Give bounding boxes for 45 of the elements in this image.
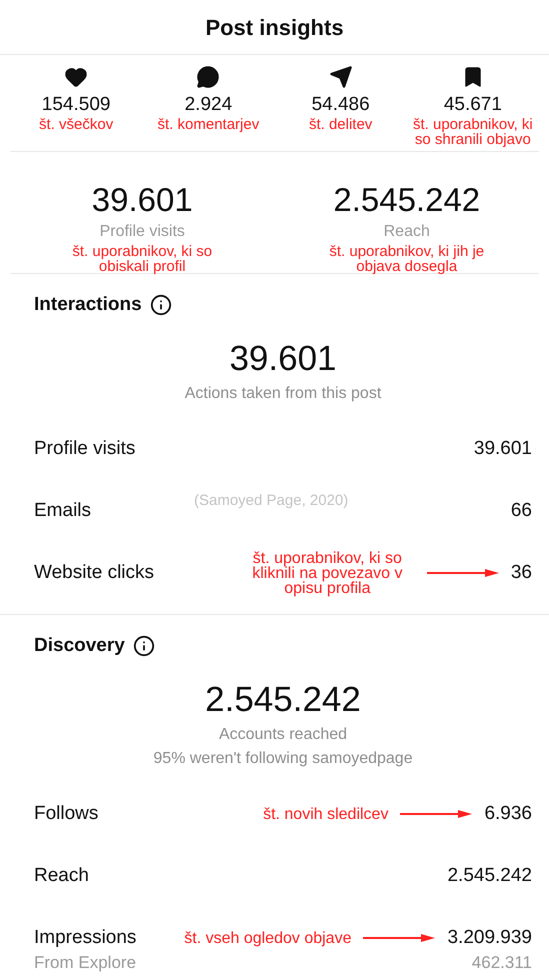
metric-label: Impressions	[34, 926, 136, 950]
citation: (Samoyed Page, 2020)	[194, 491, 348, 511]
info-icon[interactable]	[132, 635, 155, 657]
speech-bubble-icon	[196, 65, 220, 89]
metric-value: 6.936	[484, 802, 532, 826]
annotation: št. uporabnikov, ki so shranili objavo	[412, 117, 534, 147]
summary-value: 2.545.242	[333, 180, 480, 220]
metric-value: 3.209.939	[447, 926, 532, 950]
summary-label: Reach	[384, 222, 430, 242]
page-title: Post insights	[205, 14, 344, 42]
metric-value: 39.601	[474, 436, 532, 461]
section-title: Discovery	[34, 634, 125, 658]
metric-value: 36	[510, 560, 532, 585]
total-caption: Actions taken from this post	[184, 384, 382, 404]
annotation: št. novih sledilcev	[263, 806, 388, 822]
annotation: št. uporabnikov, ki jih je objava dosegla	[329, 244, 484, 274]
section-title: Interactions	[34, 292, 142, 317]
metric-label: From Explore	[34, 952, 136, 974]
total-value: 2.545.242	[205, 679, 361, 721]
metric-value: 66	[510, 498, 532, 523]
metric-value: 462.311	[472, 952, 532, 974]
total-subcaption: 95% weren't following samoyedpage	[153, 749, 413, 769]
stat-value: 154.509	[42, 93, 110, 117]
annotation: št. všečkov	[39, 117, 114, 132]
annotation: št. delitev	[308, 117, 372, 132]
metric-label: Website clicks	[34, 560, 154, 585]
summary-value: 39.601	[92, 180, 193, 220]
annotation: št. vseh ogledov objave	[184, 930, 352, 946]
annotation: št. komentarjev	[158, 117, 260, 132]
stat-value: 54.486	[312, 93, 370, 117]
metric-label: Emails	[34, 498, 92, 523]
metric-label: Follows	[34, 802, 98, 826]
annotation: št. uporabnikov, ki so kliknili na povezavo v opisu profila	[251, 550, 404, 596]
stat-value: 45.671	[444, 93, 502, 117]
metric-label: Profile visits	[34, 436, 136, 461]
summary-label: Profile visits	[100, 222, 185, 242]
total-caption: Accounts reached	[218, 725, 348, 745]
heart-icon	[64, 65, 88, 89]
stat-value: 2.924	[184, 93, 232, 117]
info-icon[interactable]	[150, 294, 172, 316]
annotation: št. uporabnikov, ki so obiskali profil	[71, 244, 214, 274]
metric-label: Reach	[34, 864, 89, 888]
paper-plane-icon	[328, 65, 353, 89]
total-value: 39.601	[229, 338, 337, 380]
metric-value: 2.545.242	[447, 864, 532, 888]
